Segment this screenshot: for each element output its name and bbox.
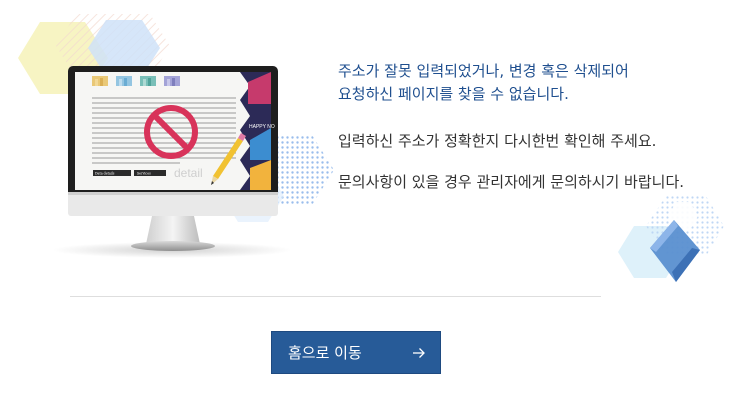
screen-watermark: detail [174, 166, 203, 180]
screen-tab-right: Services [137, 172, 151, 176]
go-home-label: 홈으로 이동 [288, 344, 362, 362]
primary-message: 주소가 잘못 입력되었거나, 변경 혹은 삭제되어 요청하신 페이지를 찾을 수… [338, 60, 718, 106]
decorative-hexagons-right [618, 196, 724, 282]
screen-banner-text: HAPPY NO [249, 124, 275, 130]
primary-message-line-2: 요청하신 페이지를 찾을 수 없습니다. [338, 85, 569, 103]
primary-message-line-1: 주소가 잘못 입력되었거나, 변경 혹은 삭제되어 [338, 62, 629, 80]
error-message: 주소가 잘못 입력되었거나, 변경 혹은 삭제되어 요청하신 페이지를 찾을 수… [338, 60, 718, 194]
contact-admin-message: 문의사항이 있을 경우 관리자에게 문의하시기 바랍니다. [338, 173, 685, 191]
divider [70, 296, 601, 297]
check-address-message: 입력하신 주소가 정확한지 다시한번 확인해 주세요. [338, 132, 657, 150]
go-home-button[interactable]: 홈으로 이동 [271, 331, 441, 374]
arrow-right-icon [413, 347, 425, 358]
screen-tab-left: Data details [95, 172, 115, 176]
error-page: Data details Services detail HAPPY NO 주소… [0, 0, 739, 402]
